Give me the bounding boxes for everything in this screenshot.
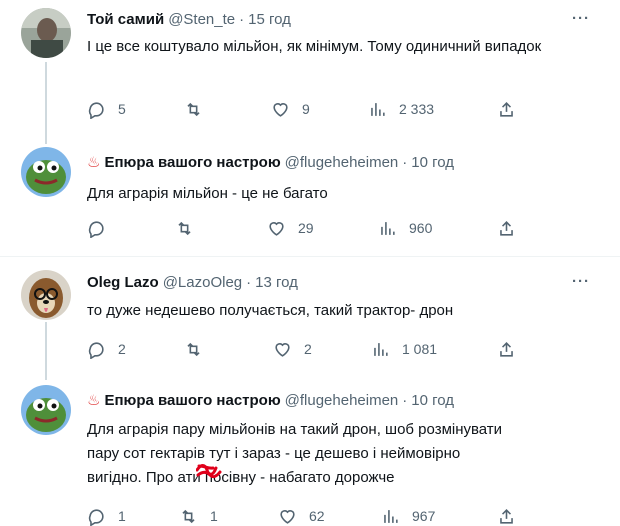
tweet-actions: 1 1 62 967 (87, 504, 527, 526)
reply-icon (88, 101, 104, 119)
view-count: 2 333 (399, 101, 435, 117)
tweet-header: ♨ Епюра вашого настрою @flugeheheimen · … (87, 389, 454, 411)
retweet-button[interactable] (184, 337, 215, 361)
like-count: 29 (298, 220, 314, 236)
views-button[interactable]: 2 333 (368, 97, 434, 121)
hot-springs-icon: ♨ (87, 154, 101, 171)
retweet-icon (178, 221, 191, 235)
retweet-icon (187, 342, 200, 356)
user-handle[interactable]: @Sten_te (168, 11, 235, 28)
display-name[interactable]: Епюра вашого настрою (104, 154, 280, 171)
reply-icon (88, 508, 104, 526)
heart-icon (275, 342, 290, 357)
like-count: 2 (304, 341, 312, 357)
like-button[interactable]: 9 (271, 97, 310, 121)
share-button[interactable] (497, 337, 528, 361)
tweet-actions: 5 9 2 333 (87, 97, 527, 121)
reply-count: 2 (118, 341, 126, 357)
retweet-count: 1 (210, 508, 218, 524)
reply-button[interactable]: 1 (87, 504, 126, 526)
views-button[interactable]: 960 (378, 216, 432, 240)
display-name[interactable]: Oleg Lazo (87, 274, 159, 291)
hot-springs-icon: ♨ (87, 392, 101, 409)
heart-icon (273, 102, 288, 117)
separator-dot: · (239, 10, 245, 28)
share-icon (500, 101, 513, 117)
avatar[interactable] (21, 270, 71, 320)
display-name[interactable]: Той самий (87, 11, 164, 28)
heart-icon (280, 509, 295, 524)
share-icon (500, 508, 513, 524)
view-count: 967 (412, 508, 436, 524)
more-options-icon[interactable]: ··· (569, 8, 593, 30)
tweet-text: Для аграрія мільйон - це не багато (87, 185, 328, 202)
user-handle[interactable]: @LazoOleg (163, 274, 242, 291)
tweet-actions: 29 960 (87, 216, 527, 240)
tweet-actions: 2 2 1 081 (87, 337, 527, 361)
user-handle[interactable]: @flugeheheimen (285, 154, 399, 171)
reply-icon (88, 341, 104, 359)
separator-dot: · (402, 153, 408, 171)
user-handle[interactable]: @flugeheheimen (285, 392, 399, 409)
reply-icon (88, 220, 104, 238)
like-button[interactable]: 62 (278, 504, 325, 526)
tweet-divider (0, 256, 620, 257)
heart-icon (269, 221, 284, 236)
retweet-button[interactable] (184, 97, 215, 121)
tweet-header: Той самий @Sten_te · 15 год (87, 8, 291, 30)
like-button[interactable]: 2 (273, 337, 312, 361)
retweet-icon (187, 102, 200, 116)
avatar[interactable] (21, 147, 71, 197)
share-icon (500, 341, 513, 357)
tweet-text-line: Для аграрія пару мільйонів на такий дрон… (87, 421, 503, 438)
timestamp[interactable]: 15 год (248, 11, 291, 28)
display-name[interactable]: Епюра вашого настрою (104, 392, 280, 409)
timestamp[interactable]: 10 год (411, 392, 454, 409)
like-count: 9 (302, 101, 310, 117)
views-icon (371, 102, 385, 116)
thread-line (45, 62, 47, 144)
retweet-button[interactable]: 1 (179, 504, 218, 526)
tweet-text: то дуже недешево получається, такий трак… (87, 302, 454, 319)
retweet-button[interactable] (175, 216, 206, 240)
timestamp[interactable]: 13 год (255, 274, 298, 291)
timestamp[interactable]: 10 год (411, 154, 454, 171)
tweet-text-line: пару сот гектарів тут і зараз - це дешев… (87, 445, 461, 462)
reply-count: 5 (118, 101, 126, 117)
reply-button[interactable]: 2 (87, 337, 126, 361)
views-icon (381, 221, 395, 235)
avatar[interactable] (21, 385, 71, 435)
share-icon (500, 220, 513, 236)
tweet-header: ♨ Епюра вашого настрою @flugeheheimen · … (87, 151, 454, 173)
share-button[interactable] (497, 97, 528, 121)
share-button[interactable] (497, 504, 528, 526)
more-options-icon[interactable]: ··· (569, 271, 593, 293)
like-count: 62 (309, 508, 325, 524)
reply-button[interactable] (87, 216, 118, 240)
avatar[interactable] (21, 8, 71, 58)
reply-button[interactable]: 5 (87, 97, 126, 121)
view-count: 960 (409, 220, 433, 236)
views-icon (374, 342, 388, 356)
views-button[interactable]: 1 081 (371, 337, 437, 361)
view-count: 1 081 (402, 341, 438, 357)
tweet-text-line: вигідно. Про ати посівну - набагато доро… (87, 469, 395, 486)
red-scribble-redaction (196, 464, 222, 478)
retweet-icon (182, 509, 195, 523)
tweet-header: Oleg Lazo @LazoOleg · 13 год (87, 271, 298, 293)
separator-dot: · (246, 273, 252, 291)
share-button[interactable] (497, 216, 528, 240)
views-button[interactable]: 967 (381, 504, 435, 526)
reply-count: 1 (118, 508, 126, 524)
views-icon (384, 509, 398, 523)
tweet-text: І це все коштувало мільйон, як мінімум. … (87, 38, 542, 55)
like-button[interactable]: 29 (267, 216, 314, 240)
thread-line (45, 322, 47, 380)
separator-dot: · (402, 391, 408, 409)
